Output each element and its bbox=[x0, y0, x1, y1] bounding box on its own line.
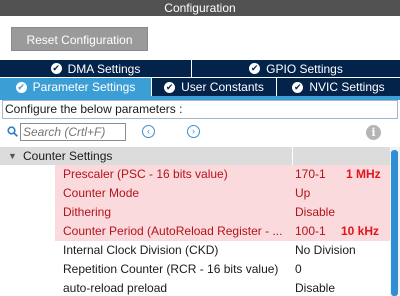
param-name: Dithering bbox=[63, 205, 112, 219]
parameter-grid: ▼ Counter Settings Prescaler (PSC - 16 b… bbox=[0, 147, 390, 296]
check-circle-icon: ✔ bbox=[15, 81, 27, 93]
info-icon[interactable]: i bbox=[366, 125, 381, 140]
param-name: Counter Period (AutoReload Register - ..… bbox=[63, 224, 283, 238]
window-title: Configuration bbox=[0, 0, 400, 16]
column-separator bbox=[292, 147, 293, 165]
param-row-clock-division[interactable]: Internal Clock Division (CKD) No Divisio… bbox=[0, 241, 390, 260]
param-row-repetition-counter[interactable]: Repetition Counter (RCR - 16 bits value)… bbox=[0, 260, 390, 279]
param-note: 10 kHz bbox=[341, 224, 380, 238]
param-row-counter-mode[interactable]: Counter Mode Up bbox=[0, 184, 390, 203]
param-value[interactable]: Up bbox=[295, 184, 310, 203]
param-name: Repetition Counter (RCR - 16 bits value) bbox=[63, 262, 279, 276]
param-value[interactable]: No Division bbox=[295, 241, 356, 260]
search-next-icon[interactable]: › bbox=[187, 125, 200, 138]
check-circle-icon: ✔ bbox=[249, 63, 261, 74]
reset-configuration-button[interactable]: Reset Configuration bbox=[11, 27, 148, 51]
tab-nvic-settings[interactable]: ✔ NVIC Settings bbox=[277, 78, 400, 96]
param-value[interactable]: 170-1 bbox=[295, 165, 326, 184]
tab-gpio-settings[interactable]: ✔ GPIO Settings bbox=[192, 60, 400, 77]
check-circle-icon: ✔ bbox=[164, 81, 176, 93]
param-note: 1 MHz bbox=[346, 167, 381, 181]
tab-label: NVIC Settings bbox=[309, 80, 385, 94]
param-row-auto-reload-preload[interactable]: auto-reload preload Disable bbox=[0, 279, 390, 296]
check-circle-icon: ✔ bbox=[292, 81, 304, 93]
tab-dma-settings[interactable]: ✔ DMA Settings bbox=[0, 60, 191, 77]
param-row-counter-period[interactable]: Counter Period (AutoReload Register - ..… bbox=[0, 222, 390, 241]
param-row-dithering[interactable]: Dithering Disable bbox=[0, 203, 390, 222]
search-previous-icon[interactable]: ‹ bbox=[142, 125, 155, 138]
param-name: auto-reload preload bbox=[63, 281, 168, 295]
tab-label: GPIO Settings bbox=[266, 61, 343, 76]
param-name: Counter Mode bbox=[63, 186, 140, 200]
param-name: Internal Clock Division (CKD) bbox=[63, 243, 219, 257]
tab-label: Parameter Settings bbox=[32, 80, 136, 94]
collapse-caret-icon[interactable]: ▼ bbox=[8, 151, 17, 161]
tab-user-constants[interactable]: ✔ User Constants bbox=[152, 78, 276, 96]
tab-label: User Constants bbox=[181, 80, 264, 94]
param-value[interactable]: 0 bbox=[295, 260, 302, 279]
param-value[interactable]: 100-1 bbox=[295, 222, 326, 241]
group-counter-settings[interactable]: ▼ Counter Settings bbox=[0, 147, 390, 165]
group-label: Counter Settings bbox=[23, 149, 113, 163]
tab-parameter-settings[interactable]: ✔ Parameter Settings bbox=[0, 78, 151, 96]
check-circle-icon: ✔ bbox=[50, 63, 62, 74]
param-value[interactable]: Disable bbox=[295, 203, 335, 222]
scrollbar-thumb[interactable] bbox=[391, 150, 398, 296]
tab-label: DMA Settings bbox=[67, 61, 141, 76]
param-value[interactable]: Disable bbox=[295, 279, 335, 296]
param-name: Prescaler (PSC - 16 bits value) bbox=[63, 167, 228, 181]
search-input[interactable] bbox=[20, 123, 126, 141]
param-row-prescaler[interactable]: Prescaler (PSC - 16 bits value) 170-1 1 … bbox=[0, 165, 390, 184]
configure-parameters-label: Configure the below parameters : bbox=[2, 100, 398, 119]
search-icon bbox=[7, 126, 18, 137]
